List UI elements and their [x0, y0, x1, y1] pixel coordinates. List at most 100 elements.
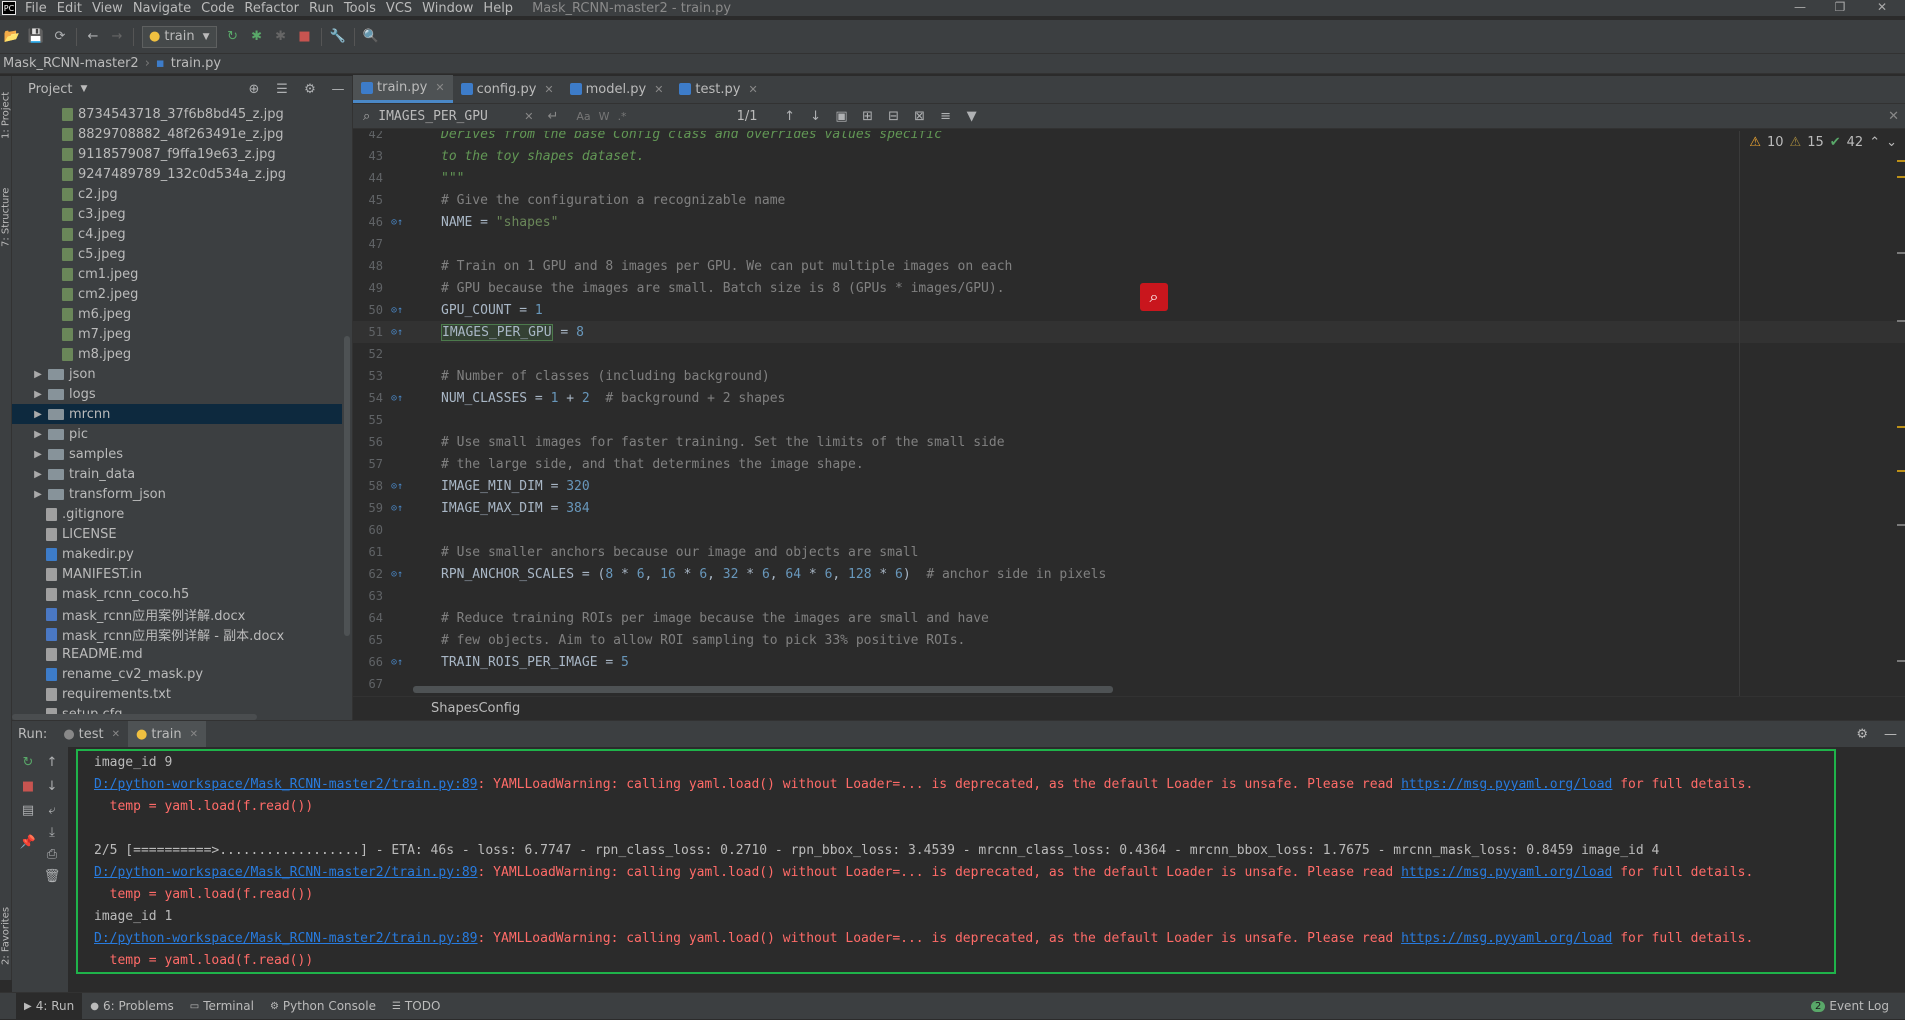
sync-icon[interactable]: ⟳: [49, 26, 71, 48]
close-tab-icon[interactable]: ✕: [435, 81, 444, 94]
stop-icon[interactable]: ■: [17, 775, 39, 797]
add-occurrence-icon[interactable]: ⊞: [855, 109, 881, 124]
next-match-icon[interactable]: ↓: [803, 109, 829, 124]
scroll-up-icon[interactable]: ↑: [41, 751, 63, 773]
tree-file[interactable]: cm2.jpeg: [12, 284, 342, 304]
back-icon[interactable]: ←: [82, 26, 104, 48]
chevron-right-icon[interactable]: ▶: [32, 489, 44, 500]
status-run[interactable]: ▶ 4: Run: [16, 992, 83, 1020]
tab-train[interactable]: train.py ✕: [353, 75, 453, 103]
tree-folder[interactable]: ▶ transform_json: [12, 484, 342, 504]
whole-word-icon[interactable]: W: [599, 110, 610, 123]
close-tab-icon[interactable]: ✕: [654, 83, 663, 96]
override-gutter-icon[interactable]: ⊙↑: [391, 217, 403, 228]
override-gutter-icon[interactable]: ⊙↑: [391, 393, 403, 404]
chevron-right-icon[interactable]: ▶: [32, 429, 44, 440]
chevron-down-icon[interactable]: ⌄: [1886, 135, 1897, 150]
locate-icon[interactable]: ⊕: [240, 82, 268, 97]
console-url-link[interactable]: https://msg.pyyaml.org/load: [1401, 865, 1612, 880]
tree-file[interactable]: m6.jpeg: [12, 304, 342, 324]
editor-horizontal-scrollbar[interactable]: [413, 686, 1113, 693]
menu-run[interactable]: Run: [304, 1, 339, 16]
find-input[interactable]: IMAGES_PER_GPU: [378, 109, 524, 124]
trash-icon[interactable]: 🗑: [41, 865, 63, 887]
close-tab-icon[interactable]: ✕: [544, 83, 553, 96]
project-scrollbar[interactable]: [344, 336, 350, 636]
tree-file[interactable]: m7.jpeg: [12, 324, 342, 344]
rerun-icon[interactable]: ↻: [17, 751, 39, 773]
hide-icon[interactable]: —: [1884, 727, 1897, 742]
status-python-console[interactable]: ⚙ Python Console: [262, 993, 384, 1020]
floating-search-icon[interactable]: ⌕: [1140, 283, 1168, 311]
override-gutter-icon[interactable]: ⊙↑: [391, 305, 403, 316]
tree-file[interactable]: mask_rcnn应用案例详解 - 副本.docx: [12, 624, 342, 644]
show-filter-popup-icon[interactable]: ≡: [933, 109, 959, 124]
select-all-occurrences-icon[interactable]: ⊠: [907, 109, 933, 124]
soft-wrap-icon[interactable]: ⤶: [41, 799, 63, 821]
tree-folder[interactable]: ▶ samples: [12, 444, 342, 464]
tree-file[interactable]: cm1.jpeg: [12, 264, 342, 284]
override-gutter-icon[interactable]: ⊙↑: [391, 503, 403, 514]
status-todo[interactable]: ☰ TODO: [384, 993, 448, 1020]
tree-folder[interactable]: ▶ pic: [12, 424, 342, 444]
coverage-icon[interactable]: ✱: [270, 26, 292, 48]
previous-match-icon[interactable]: ↑: [777, 109, 803, 124]
breadcrumb-project[interactable]: Mask_RCNN-master2: [0, 56, 142, 71]
menu-code[interactable]: Code: [196, 1, 239, 16]
console-output[interactable]: image_id 9 D:/python-workspace/Mask_RCNN-…: [76, 749, 1836, 974]
tree-file[interactable]: mask_rcnn_coco.h5: [12, 584, 342, 604]
menu-file[interactable]: File: [20, 1, 52, 16]
tree-folder[interactable]: ▶ train_data: [12, 464, 342, 484]
console-file-link[interactable]: D:/python-workspace/Mask_RCNN-master2/tr…: [94, 931, 478, 946]
pin-icon[interactable]: 📌: [17, 831, 39, 853]
chevron-right-icon[interactable]: ▶: [32, 449, 44, 460]
tree-file[interactable]: c4.jpeg: [12, 224, 342, 244]
gear-icon[interactable]: ⚙: [296, 82, 324, 97]
project-tool-tab[interactable]: 1: Project: [0, 80, 12, 150]
run-tab-train[interactable]: ● train ✕: [128, 721, 207, 747]
chevron-right-icon[interactable]: ▶: [32, 469, 44, 480]
tab-test[interactable]: test.py ✕: [671, 75, 765, 103]
menu-edit[interactable]: Edit: [52, 1, 87, 16]
menu-tools[interactable]: Tools: [339, 1, 381, 16]
project-panel-title[interactable]: Project: [28, 82, 72, 97]
menu-refactor[interactable]: Refactor: [239, 1, 304, 16]
tree-file[interactable]: .gitignore: [12, 504, 342, 524]
status-terminal[interactable]: ▭ Terminal: [182, 993, 262, 1020]
override-gutter-icon[interactable]: ⊙↑: [391, 657, 403, 668]
event-log-button[interactable]: 2 Event Log: [1803, 993, 1897, 1020]
tree-folder[interactable]: ▶ json: [12, 364, 342, 384]
remove-occurrence-icon[interactable]: ⊟: [881, 109, 907, 124]
tree-file[interactable]: 8829708882_48f263491e_z.jpg: [12, 124, 342, 144]
tree-file[interactable]: 9118579087_f9ffa19e63_z.jpg: [12, 144, 342, 164]
breadcrumb-class[interactable]: ShapesConfig: [431, 701, 520, 716]
inspection-widget[interactable]: ⚠ 10 ⚠ 15 ✔ 42 ⌃ ⌄: [1749, 135, 1897, 150]
regex-icon[interactable]: .*: [618, 110, 627, 123]
chevron-right-icon[interactable]: ▶: [32, 409, 44, 420]
tab-model[interactable]: model.py ✕: [562, 75, 672, 103]
rerun-icon[interactable]: ↻: [222, 26, 244, 48]
menu-navigate[interactable]: Navigate: [128, 1, 196, 16]
close-tab-icon[interactable]: ✕: [112, 729, 120, 740]
tree-file[interactable]: 9247489789_132c0d534a_z.jpg: [12, 164, 342, 184]
save-icon[interactable]: 💾: [25, 26, 47, 48]
override-gutter-icon[interactable]: ⊙↑: [391, 327, 403, 338]
override-gutter-icon[interactable]: ⊙↑: [391, 569, 403, 580]
tree-file[interactable]: c2.jpg: [12, 184, 342, 204]
restore-icon[interactable]: ❐: [1820, 0, 1860, 14]
collapse-all-icon[interactable]: ☰: [268, 82, 296, 97]
chevron-up-icon[interactable]: ⌃: [1869, 135, 1880, 150]
run-tab-test[interactable]: ● test ✕: [55, 721, 128, 747]
close-tab-icon[interactable]: ✕: [748, 83, 757, 96]
tree-file[interactable]: c5.jpeg: [12, 244, 342, 264]
forward-icon[interactable]: →: [106, 26, 128, 48]
run-configuration-select[interactable]: ● train ▼: [142, 25, 217, 48]
tree-file[interactable]: rename_cv2_mask.py: [12, 664, 342, 684]
chevron-right-icon[interactable]: ▶: [32, 389, 44, 400]
tree-file[interactable]: c3.jpeg: [12, 204, 342, 224]
gear-icon[interactable]: ⚙: [1856, 727, 1868, 742]
debug-icon[interactable]: ✱: [246, 26, 268, 48]
tree-folder[interactable]: ▶ logs: [12, 384, 342, 404]
select-all-icon[interactable]: ▣: [829, 109, 855, 124]
tree-file[interactable]: makedir.py: [12, 544, 342, 564]
